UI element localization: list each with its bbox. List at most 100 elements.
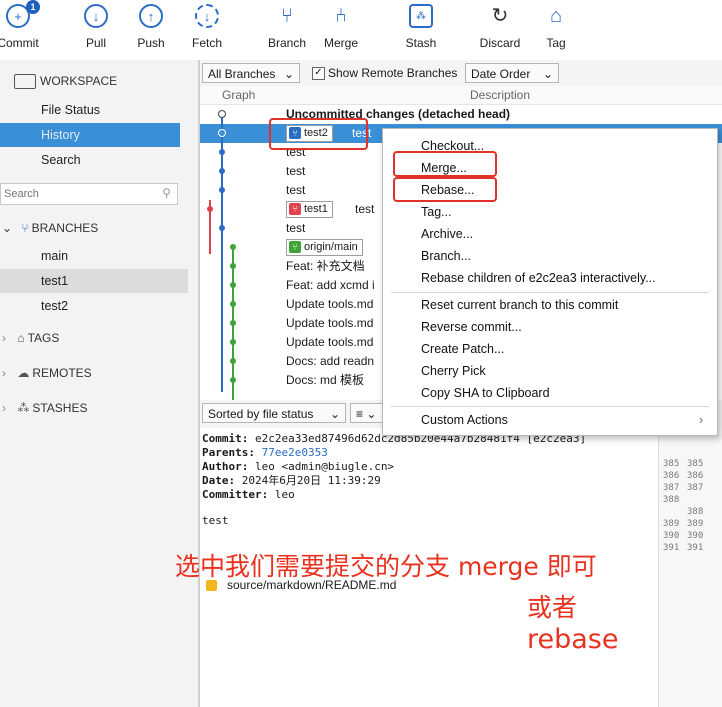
date-label: Date: — [202, 474, 236, 487]
sidebar-branch-main[interactable]: main — [0, 244, 188, 268]
parents-link[interactable]: 77ee2e0353 — [262, 446, 328, 459]
discard-button[interactable]: ↻ Discard — [468, 4, 532, 50]
new-line-number: 386 — [687, 471, 704, 481]
menu-item-cherry-pick[interactable]: Cherry Pick — [421, 360, 486, 382]
graph-node — [230, 301, 236, 307]
branch-main-label: main — [41, 249, 69, 263]
sort-label: Sorted by file status — [208, 407, 314, 421]
tags-header[interactable]: › ⌂ TAGS — [2, 326, 59, 350]
branch-test2-label: test2 — [41, 299, 69, 313]
graph-node — [230, 282, 236, 288]
stash-button[interactable]: ⁂ Stash — [389, 4, 453, 50]
date-order-dropdown[interactable]: Date Order ⌄ — [465, 63, 559, 83]
fetch-label: Fetch — [191, 36, 222, 50]
menu-item-copy-sha[interactable]: Copy SHA to Clipboard — [421, 382, 550, 404]
line-number-row: 391 391 — [663, 542, 703, 554]
menu-item-reset[interactable]: Reset current branch to this commit — [421, 294, 618, 316]
push-button[interactable]: ↑ Push — [119, 4, 183, 50]
old-line-number: 391 — [663, 543, 680, 553]
menu-item-reverse[interactable]: Reverse commit... — [421, 316, 522, 338]
commit-description: Update tools.md — [286, 335, 374, 349]
old-line-number: 389 — [663, 519, 680, 529]
sidebar-branch-test2[interactable]: test2 — [0, 294, 188, 318]
search-input[interactable]: ⚲ — [0, 183, 178, 205]
line-number-row: 388 — [663, 494, 703, 506]
diff-line-numbers: 385 385 386 386 387 387 388 388 389 389 390 390 391 3… — [658, 428, 722, 707]
view-options-dropdown[interactable]: ≡ ⌄ — [350, 403, 386, 423]
menu-item-archive[interactable]: Archive... — [421, 223, 473, 245]
author-value: leo <admin@biugle.cn> — [254, 460, 395, 473]
history-label: History — [41, 128, 80, 142]
commit-button[interactable]: + 1 Commit — [0, 0, 50, 50]
old-line-number: 387 — [663, 483, 680, 493]
commit-label: Commit — [0, 36, 39, 50]
sidebar-branch-test1[interactable]: test1 — [0, 269, 188, 293]
search-icon: ⚲ — [162, 186, 171, 200]
menu-item-tag[interactable]: Tag... — [421, 201, 452, 223]
menu-item-branch[interactable]: Branch... — [421, 245, 471, 267]
graph-column-header[interactable]: Graph — [222, 86, 255, 105]
menu-item-create-patch[interactable]: Create Patch... — [421, 338, 504, 360]
remotes-header[interactable]: › ☁ REMOTES — [2, 361, 92, 385]
author-label: Author: — [202, 460, 249, 473]
new-line-number: 385 — [687, 459, 704, 469]
tags-label: TAGS — [27, 331, 60, 345]
sidebar-item-search[interactable]: Search — [0, 148, 180, 172]
graph-node — [230, 263, 236, 269]
sidebar-item-file-status[interactable]: File Status — [0, 98, 180, 122]
all-branches-label: All Branches — [208, 67, 276, 81]
line-number-row: 387 387 — [663, 482, 703, 494]
parents-label: Parents: — [202, 446, 255, 459]
chevron-down-icon: ⌄ — [366, 407, 377, 421]
old-line-number: 388 — [663, 495, 680, 505]
commit-description: test — [286, 221, 306, 235]
commit-label: Commit: — [202, 432, 249, 445]
menu-separator — [391, 292, 709, 293]
chevron-down-icon: ⌄ — [2, 221, 13, 235]
branch-tag-test1[interactable]: ⑂ test1 — [286, 200, 333, 219]
menu-item-custom-actions[interactable]: Custom Actions › — [421, 409, 711, 431]
commit-description: Update tools.md — [286, 316, 374, 330]
branches-header[interactable]: ⌄ ⑂ BRANCHES — [2, 216, 98, 240]
tag-icon: ⌂ — [17, 331, 25, 345]
graph-node — [219, 168, 225, 174]
chevron-right-icon: › — [2, 331, 6, 345]
commit-message: test — [202, 514, 229, 527]
search-field[interactable] — [1, 184, 156, 204]
commit-description: Update tools.md — [286, 297, 374, 311]
list-icon: ≡ — [356, 407, 364, 421]
merge-icon: ⑃ — [335, 5, 347, 27]
highlight-box-rebase — [393, 177, 497, 202]
checkbox-icon: ✓ — [312, 67, 325, 81]
graph-node — [230, 377, 236, 383]
old-line-number: 390 — [663, 531, 680, 541]
new-line-number: 390 — [687, 531, 704, 541]
merge-button[interactable]: ⑃ Merge — [309, 4, 373, 50]
line-number-row: 385 385 — [663, 458, 703, 470]
discard-label: Discard — [479, 36, 521, 50]
line-number-row: 389 389 — [663, 518, 703, 530]
commit-description: Docs: add readn — [286, 354, 375, 368]
fetch-button[interactable]: ↓ Fetch — [175, 4, 239, 50]
chevron-down-icon: ⌄ — [283, 67, 294, 81]
date-value: 2024年6月20日 11:39:29 — [241, 474, 381, 487]
sidebar-item-history[interactable]: History — [0, 123, 180, 147]
commit-description: Feat: 补充文档 — [286, 259, 365, 273]
tag-button[interactable]: ⌂ Tag — [524, 4, 588, 50]
column-header: Graph Description — [200, 86, 722, 105]
merge-label: Merge — [323, 36, 358, 50]
sort-dropdown[interactable]: Sorted by file status ⌄ — [202, 403, 346, 423]
branch-tag-origin-main[interactable]: ⑂ origin/main — [286, 238, 363, 257]
branches-label: BRANCHES — [31, 221, 99, 235]
stash-label: Stash — [405, 36, 437, 50]
show-remote-checkbox[interactable]: ✓ Show Remote Branches — [312, 63, 457, 83]
commit-description: test — [286, 164, 306, 178]
graph-node — [207, 206, 213, 212]
line-number-row: 390 390 — [663, 530, 703, 542]
menu-item-rebase-children[interactable]: Rebase children of e2c2ea3 interactively… — [421, 267, 656, 289]
description-column-header[interactable]: Description — [470, 86, 530, 105]
stashes-header[interactable]: › ⁂ STASHES — [2, 396, 87, 420]
new-line-number: 391 — [687, 543, 704, 553]
all-branches-dropdown[interactable]: All Branches ⌄ — [202, 63, 300, 83]
tag-label: Tag — [546, 36, 566, 50]
